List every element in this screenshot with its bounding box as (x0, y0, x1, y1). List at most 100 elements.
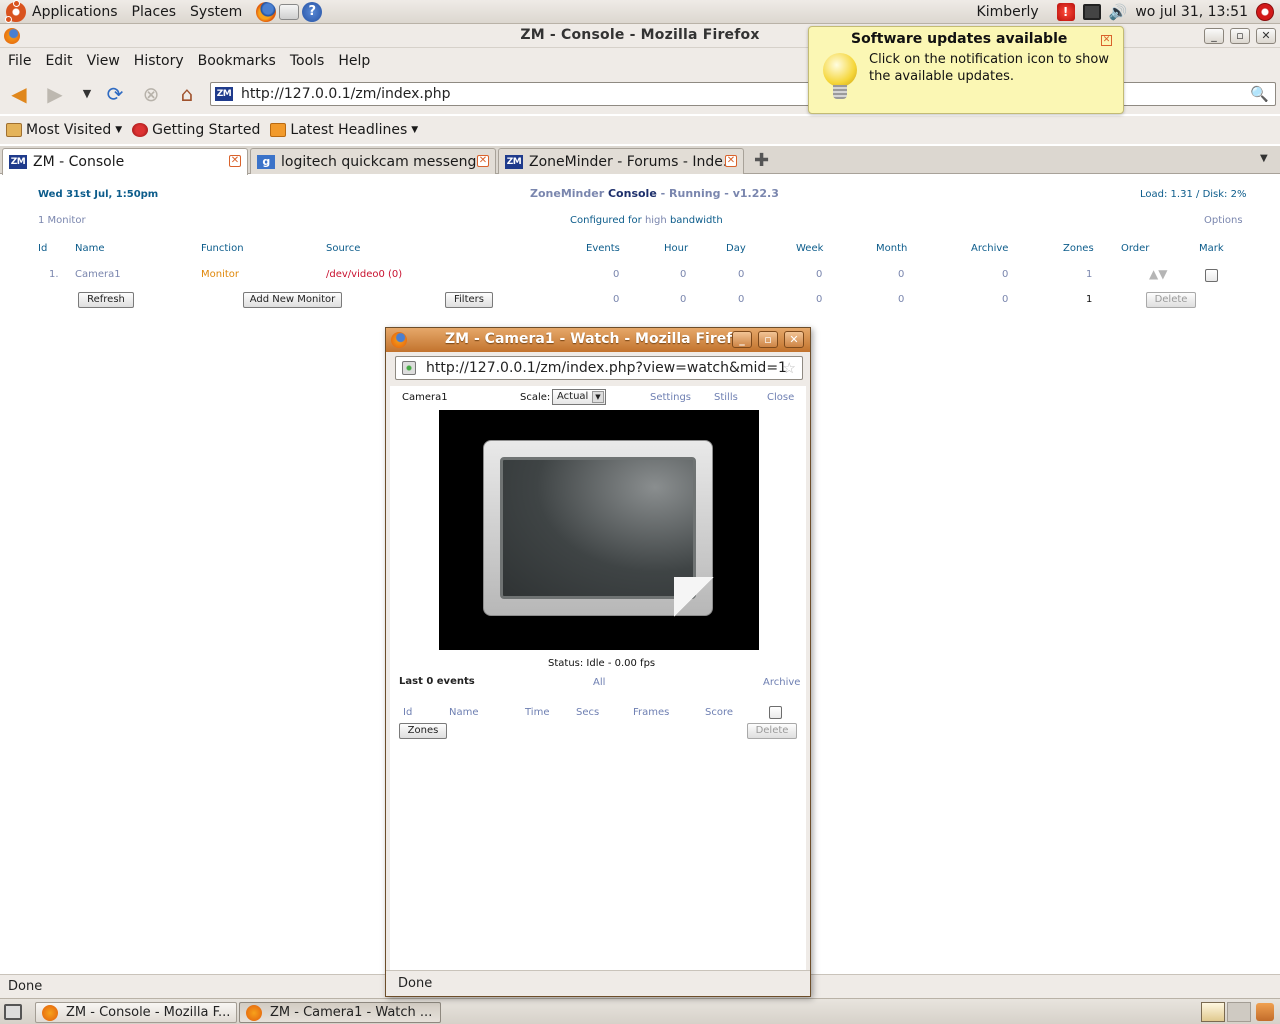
popup-minimize-button[interactable]: _ (732, 331, 752, 348)
row-events[interactable]: 0 (613, 269, 619, 280)
menu-edit[interactable]: Edit (45, 53, 72, 69)
page-curl (674, 577, 714, 617)
tab-close-icon[interactable]: ✕ (725, 155, 737, 167)
close-button[interactable]: ✕ (1256, 28, 1276, 44)
bandwidth-link[interactable]: high (645, 215, 667, 226)
load-disk: Load: 1.31 / Disk: 2% (1140, 189, 1246, 200)
all-events-link[interactable]: All (593, 677, 605, 688)
zones-button[interactable]: Zones (399, 723, 447, 739)
add-monitor-button[interactable]: Add New Monitor (243, 292, 342, 308)
mail-launcher-icon[interactable] (279, 3, 300, 20)
watch-window-titlebar[interactable]: ZM - Camera1 - Watch - Mozilla Firefox _… (386, 328, 810, 352)
clock[interactable]: wo jul 31, 13:51 (1135, 4, 1248, 20)
url-text[interactable]: http://127.0.0.1/zm/index.php (241, 86, 451, 102)
settings-link[interactable]: Settings (650, 392, 691, 403)
select-all-checkbox[interactable] (769, 706, 782, 719)
network-icon[interactable] (1082, 4, 1101, 20)
menu-file[interactable]: File (8, 53, 31, 69)
minimize-button[interactable]: _ (1204, 28, 1224, 44)
event-header-frames[interactable]: Frames (633, 707, 669, 718)
volume-icon[interactable]: 🔊 (1109, 3, 1128, 21)
bookmark-latest-headlines[interactable]: Latest Headlines ▼ (270, 122, 418, 138)
search-icon[interactable]: 🔍 (1250, 85, 1269, 103)
row-name-link[interactable]: Camera1 (75, 269, 121, 280)
stills-link[interactable]: Stills (714, 392, 738, 403)
taskbar-item-console[interactable]: ZM - Console - Mozilla F... (35, 1002, 237, 1023)
taskbar-label: ZM - Camera1 - Watch ... (270, 1005, 433, 1020)
menu-tools[interactable]: Tools (290, 53, 325, 69)
popup-maximize-button[interactable]: ▫ (758, 331, 778, 348)
row-hour[interactable]: 0 (680, 269, 686, 280)
applications-menu[interactable]: Applications (32, 4, 118, 20)
tab-zm-console[interactable]: ZM ZM - Console ✕ (2, 148, 248, 175)
firefox-launcher-icon[interactable] (256, 1, 277, 22)
maximize-button[interactable]: ▫ (1230, 28, 1250, 44)
google-favicon-icon: g (257, 154, 275, 169)
history-dropdown-icon[interactable]: ▼ (74, 82, 100, 106)
forward-icon[interactable]: ▶ (42, 82, 68, 106)
popup-url-bar[interactable]: http://127.0.0.1/zm/index.php?view=watch… (395, 356, 803, 380)
back-icon[interactable]: ◀ (6, 82, 32, 106)
update-notification[interactable]: Software updates available Click on the … (808, 26, 1124, 114)
row-function-link[interactable]: Monitor (201, 269, 239, 280)
show-desktop-icon[interactable] (4, 1004, 22, 1020)
user-switcher[interactable]: Kimberly (977, 4, 1039, 20)
menu-view[interactable]: View (87, 53, 120, 69)
places-menu[interactable]: Places (132, 4, 177, 20)
reload-icon[interactable]: ⟳ (102, 82, 128, 106)
top-panel: Applications Places System ? Kimberly ! … (0, 0, 1280, 24)
stop-icon[interactable]: ⊗ (138, 82, 164, 106)
workspace-2-icon[interactable] (1227, 1002, 1251, 1022)
row-zones[interactable]: 1 (1086, 269, 1092, 280)
zm-favicon-icon: ZM (9, 155, 27, 169)
event-header-time[interactable]: Time (525, 707, 549, 718)
bookmarks-toolbar: Most Visited ▼ Getting Started Latest Hea… (0, 116, 1280, 144)
menu-history[interactable]: History (134, 53, 184, 69)
event-header-score[interactable]: Score (705, 707, 733, 718)
help-launcher-icon[interactable]: ? (302, 1, 323, 22)
system-menu[interactable]: System (190, 4, 242, 20)
run-state[interactable]: - Running - (661, 187, 729, 200)
row-day[interactable]: 0 (738, 269, 744, 280)
new-tab-icon[interactable]: ✚ (754, 150, 769, 171)
update-notifier-icon[interactable]: ! (1056, 3, 1075, 21)
tab-close-icon[interactable]: ✕ (229, 155, 241, 167)
ubuntu-logo-icon[interactable] (5, 0, 26, 23)
event-header-name[interactable]: Name (449, 707, 479, 718)
row-source-link[interactable]: /dev/video0 (0) (326, 269, 402, 280)
tab-list-icon[interactable]: ▼ (1260, 153, 1268, 164)
mark-checkbox[interactable] (1205, 269, 1218, 282)
delete-button[interactable]: Delete (1146, 292, 1196, 308)
order-arrows-icon[interactable]: ▲▼ (1149, 267, 1167, 281)
archive-events-link[interactable]: Archive (763, 677, 800, 688)
home-icon[interactable]: ⌂ (174, 82, 200, 106)
row-week[interactable]: 0 (816, 269, 822, 280)
bookmark-star-icon[interactable]: ☆ (783, 357, 796, 379)
trash-icon[interactable] (1256, 1003, 1274, 1021)
delete-events-button[interactable]: Delete (747, 723, 797, 739)
row-month[interactable]: 0 (898, 269, 904, 280)
event-header-secs[interactable]: Secs (576, 707, 599, 718)
tab-zoneminder-forums[interactable]: ZM ZoneMinder - Forums - Inde... ✕ (498, 148, 744, 174)
tab-close-icon[interactable]: ✕ (477, 155, 489, 167)
filters-button[interactable]: Filters (445, 292, 493, 308)
popup-url-text[interactable]: http://127.0.0.1/zm/index.php?view=watch… (426, 360, 787, 376)
bookmark-getting-started[interactable]: Getting Started (132, 122, 260, 138)
lightbulb-base (833, 85, 847, 99)
options-link[interactable]: Options (1204, 215, 1243, 226)
workspace-1-icon[interactable] (1201, 1002, 1225, 1022)
close-link[interactable]: Close (767, 392, 794, 403)
scale-select[interactable]: Actual ▼ (552, 389, 606, 405)
popup-close-button[interactable]: ✕ (784, 331, 804, 348)
row-archive[interactable]: 0 (1002, 269, 1008, 280)
site-identity-icon[interactable] (402, 361, 416, 375)
tab-logitech[interactable]: g logitech quickcam messeng... ✕ (250, 148, 496, 174)
notification-close-icon[interactable]: ✕ (1101, 35, 1112, 46)
menu-help[interactable]: Help (338, 53, 370, 69)
taskbar-item-watch[interactable]: ZM - Camera1 - Watch ... (239, 1002, 441, 1023)
event-header-id[interactable]: Id (403, 707, 412, 718)
power-icon[interactable] (1256, 3, 1274, 21)
refresh-button[interactable]: Refresh (78, 292, 134, 308)
bookmark-most-visited[interactable]: Most Visited ▼ (6, 122, 122, 138)
menu-bookmarks[interactable]: Bookmarks (198, 53, 276, 69)
